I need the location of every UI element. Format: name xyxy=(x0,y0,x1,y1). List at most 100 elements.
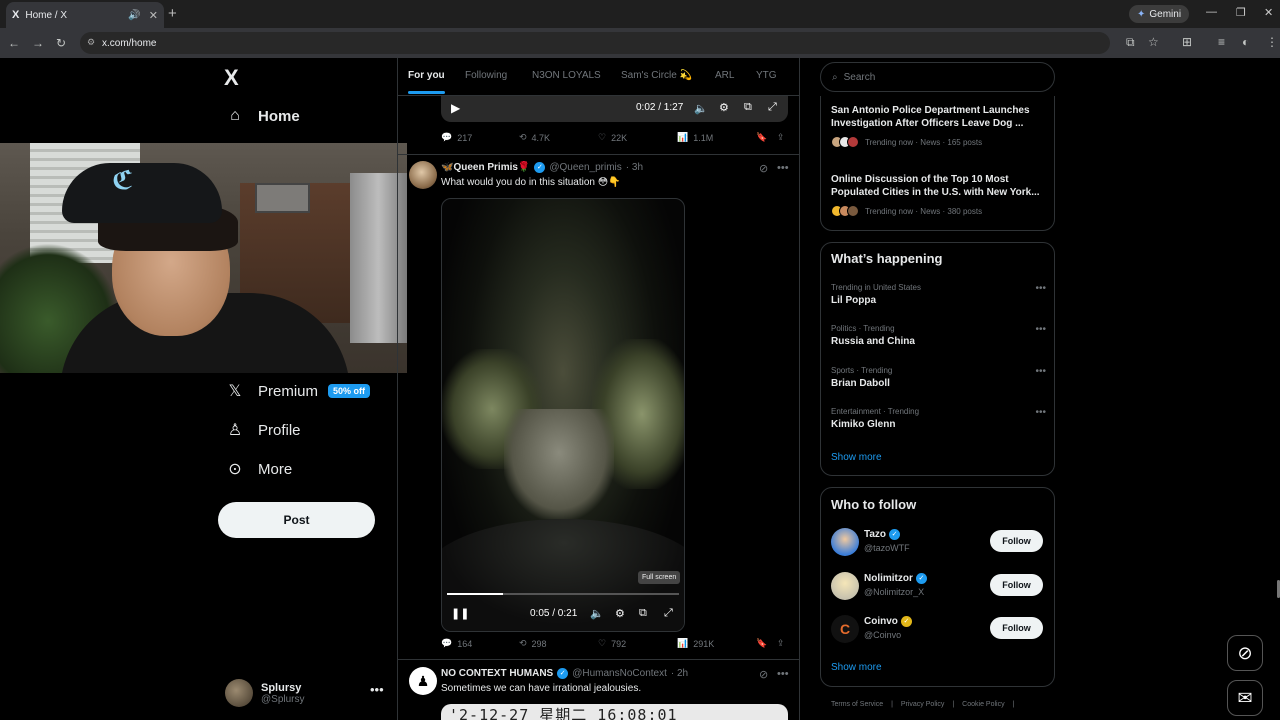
trend-item[interactable]: Entertainment · Trending Kimiko Glenn ••… xyxy=(831,407,1046,430)
grok-floating-button[interactable]: ⊘ xyxy=(1227,635,1263,671)
like-button[interactable]: ♡ 792 xyxy=(598,638,626,649)
forward-icon[interactable]: → xyxy=(32,36,44,50)
follow-suggestion[interactable]: C Coinvo ✓ @Coinvo Follow xyxy=(831,614,1046,644)
like-button[interactable]: ♡ 22K xyxy=(598,132,627,143)
follow-button[interactable]: Follow xyxy=(990,617,1043,639)
footer-cookie-link[interactable]: Cookie Policy xyxy=(962,701,1004,708)
trend-more-icon[interactable]: ••• xyxy=(1035,283,1046,294)
footer-privacy-link[interactable]: Privacy Policy xyxy=(901,701,945,708)
tab-following[interactable]: Following xyxy=(465,70,507,81)
grok-icon[interactable]: ⊘ xyxy=(759,668,768,681)
cast-icon[interactable]: ⧉ xyxy=(1126,35,1135,50)
tab-sams-circle[interactable]: Sam's Circle 💫 xyxy=(621,70,692,81)
extensions-icon[interactable]: ⊞ xyxy=(1182,35,1192,49)
pause-icon[interactable]: ❚❚ xyxy=(451,607,469,620)
tweet-media[interactable]: '2-12-27 星期二 16:08:01 xyxy=(441,704,788,720)
trend-item[interactable]: Trending in United States Lil Poppa ••• xyxy=(831,283,1046,306)
reload-icon[interactable]: ↻ xyxy=(56,36,66,50)
nav-premium[interactable]: 𝕏 Premium 50% off xyxy=(226,381,371,401)
bookmark-icon[interactable]: 🔖 xyxy=(756,638,767,649)
avatar[interactable] xyxy=(409,161,437,189)
follow-suggestion[interactable]: Nolimitzor ✓ @Nolimitzor_X Follow xyxy=(831,571,1046,601)
x-logo-icon[interactable]: X xyxy=(224,65,239,91)
nav-home[interactable]: ⌂ Home xyxy=(226,107,300,125)
back-icon[interactable]: ← xyxy=(8,36,20,50)
close-tab-icon[interactable]: ✕ xyxy=(149,9,158,22)
browser-tab[interactable]: X Home / X 🔊 ✕ xyxy=(6,2,164,28)
tweet-time[interactable]: · 3h xyxy=(626,162,643,173)
news-item[interactable]: Online Discussion of the Top 10 Most Pop… xyxy=(831,173,1046,217)
tweet-author-handle[interactable]: @Queen_primis xyxy=(549,162,621,173)
tweet-author-name[interactable]: 🦋Queen Primis🌹 xyxy=(441,162,530,173)
show-more-follow-link[interactable]: Show more xyxy=(831,662,882,673)
minimize-icon[interactable]: — xyxy=(1206,6,1217,18)
show-more-trends-link[interactable]: Show more xyxy=(831,452,882,463)
profile-icon[interactable]: ◐ xyxy=(1242,35,1249,49)
tweet-author-name[interactable]: NO CONTEXT HUMANS xyxy=(441,668,553,679)
follow-suggestion[interactable]: Tazo ✓ @tazoWTF Follow xyxy=(831,527,1046,557)
news-item[interactable]: San Antonio Police Department Launches I… xyxy=(831,104,1046,148)
trend-item[interactable]: Politics · Trending Russia and China ••• xyxy=(831,324,1046,347)
tweet-video[interactable] xyxy=(441,198,685,632)
previous-video-player[interactable] xyxy=(441,96,788,122)
settings-icon[interactable]: ⚙ xyxy=(615,607,625,620)
footer-divider: | xyxy=(1012,701,1015,708)
tweet-more-icon[interactable]: ••• xyxy=(777,162,789,174)
close-window-icon[interactable]: ✕ xyxy=(1264,6,1273,19)
pip-icon[interactable]: ⧉ xyxy=(744,101,752,114)
tweet-time[interactable]: · 2h xyxy=(671,668,688,679)
play-icon[interactable]: ▶ xyxy=(451,101,460,115)
fullscreen-icon[interactable]: ⤢ xyxy=(768,101,777,114)
tweet-more-icon[interactable]: ••• xyxy=(777,668,789,680)
bookmark-icon[interactable]: 🔖 xyxy=(756,132,767,143)
pip-icon[interactable]: ⧉ xyxy=(639,607,647,620)
feed-divider-right xyxy=(799,58,800,720)
speaker-icon[interactable]: 🔊 xyxy=(128,10,140,21)
follow-button[interactable]: Follow xyxy=(990,574,1043,596)
restore-icon[interactable]: ❐ xyxy=(1236,6,1246,19)
url-field[interactable]: ⚙ x.com/home xyxy=(80,32,1110,54)
follow-button[interactable]: Follow xyxy=(990,530,1043,552)
messages-floating-button[interactable]: ✉ xyxy=(1227,680,1263,716)
tweet-header: NO CONTEXT HUMANS ✓ @HumansNoContext · 2… xyxy=(441,668,688,679)
view-count: 1.1M xyxy=(693,132,714,143)
views-button[interactable]: 📊 291K xyxy=(677,638,714,649)
nav-profile[interactable]: ♙ Profile xyxy=(226,420,301,440)
share-icon[interactable]: ⇪ xyxy=(777,638,785,649)
reply-button[interactable]: 💬 164 xyxy=(441,638,472,649)
views-button[interactable]: 📊 1.1M xyxy=(677,132,713,143)
gemini-button[interactable]: ✦ Gemini xyxy=(1129,5,1190,23)
tab-for-you[interactable]: For you xyxy=(408,70,445,94)
volume-icon[interactable]: 🔈 xyxy=(590,607,604,620)
mute-icon[interactable]: 🔈 xyxy=(694,102,708,115)
media-control-icon[interactable]: ≡ xyxy=(1218,35,1225,49)
repost-button[interactable]: ⟲ 4.7K xyxy=(519,132,550,143)
trend-item[interactable]: Sports · Trending Brian Daboll ••• xyxy=(831,366,1046,389)
site-info-icon[interactable]: ⚙ xyxy=(87,37,95,48)
avatar[interactable]: ♟ xyxy=(409,667,437,695)
settings-icon[interactable]: ⚙ xyxy=(719,101,729,114)
fullscreen-icon[interactable]: ⤢ xyxy=(664,607,673,620)
footer-terms-link[interactable]: Terms of Service xyxy=(831,701,883,708)
grok-icon[interactable]: ⊘ xyxy=(759,162,768,175)
tab-ytg[interactable]: YTG xyxy=(756,70,777,81)
account-more-icon[interactable]: ••• xyxy=(370,682,384,697)
trend-more-icon[interactable]: ••• xyxy=(1035,324,1046,335)
repost-button[interactable]: ⟲ 298 xyxy=(519,638,547,649)
tweet-author-handle[interactable]: @HumansNoContext xyxy=(572,668,667,679)
search-input[interactable]: ⌕ Search xyxy=(820,62,1055,92)
nav-profile-label: Profile xyxy=(258,421,301,439)
tab-n3on-loyals[interactable]: N3ON LOYALS xyxy=(532,70,601,81)
trend-more-icon[interactable]: ••• xyxy=(1035,366,1046,377)
trend-more-icon[interactable]: ••• xyxy=(1035,407,1046,418)
bookmark-star-icon[interactable]: ☆ xyxy=(1148,35,1159,49)
share-icon[interactable]: ⇪ xyxy=(777,132,785,143)
nav-more[interactable]: ⊙ More xyxy=(226,459,292,479)
new-tab-icon[interactable]: + xyxy=(168,5,177,22)
post-button[interactable]: Post xyxy=(218,502,375,538)
previous-tweet-actions: 💬 217 ⟲ 4.7K ♡ 22K 📊 1.1M 🔖 ⇪ xyxy=(441,132,788,146)
reply-button[interactable]: 💬 217 xyxy=(441,132,472,143)
tab-arl[interactable]: ARL xyxy=(715,70,734,81)
account-switcher[interactable]: Splursy @Splursy xyxy=(225,679,305,707)
menu-icon[interactable]: ⋮ xyxy=(1266,35,1278,49)
